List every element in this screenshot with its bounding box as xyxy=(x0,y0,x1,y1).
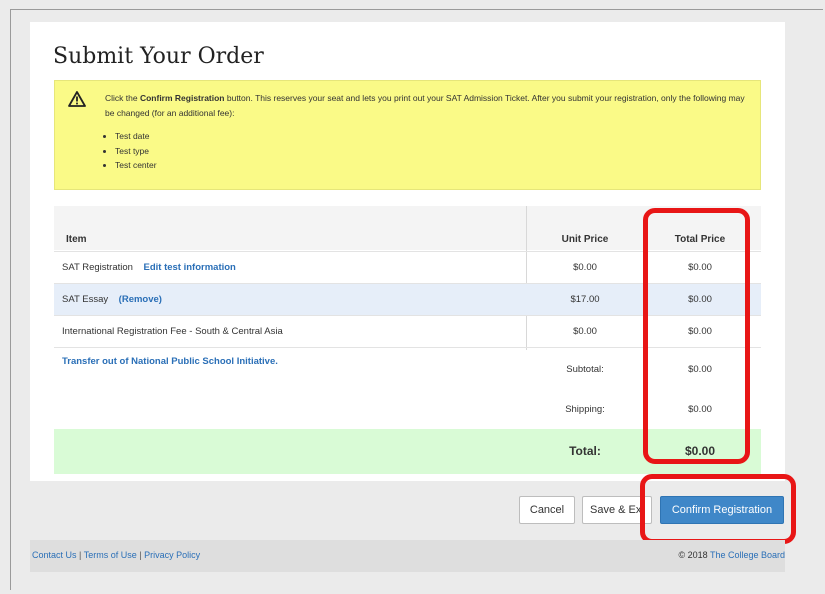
notice-list: Test date Test type Test center xyxy=(105,129,157,173)
total-label: Total: xyxy=(569,444,601,458)
row-item: International Registration Fee - South &… xyxy=(62,326,283,337)
transfer-out-link[interactable]: Transfer out of National Public School I… xyxy=(62,356,278,367)
page-title: Submit Your Order xyxy=(53,44,264,69)
header-unit-price: Unit Price xyxy=(561,234,609,245)
contact-us-link[interactable]: Contact Us xyxy=(32,550,77,560)
row-item: SAT Registration Edit test information xyxy=(62,262,236,273)
subtotal-label: Subtotal: xyxy=(566,364,604,375)
footer: Contact Us | Terms of Use | Privacy Poli… xyxy=(30,540,785,572)
notice-text: Click the Confirm Registration button. T… xyxy=(105,93,745,118)
list-item: Test center xyxy=(115,158,157,173)
row-unit-price: $0.00 xyxy=(573,326,597,337)
cancel-button[interactable]: Cancel xyxy=(519,496,575,524)
privacy-policy-link[interactable]: Privacy Policy xyxy=(144,550,200,560)
list-item: Test date xyxy=(115,129,157,144)
shipping-label: Shipping: xyxy=(565,404,605,415)
edit-test-information-link[interactable]: Edit test information xyxy=(144,262,236,273)
remove-essay-link[interactable]: (Remove) xyxy=(119,294,162,305)
notice-box: Click the Confirm Registration button. T… xyxy=(54,80,761,190)
list-item: Test type xyxy=(115,144,157,159)
copyright: © 2018 The College Board xyxy=(678,550,785,560)
confirm-button-highlight xyxy=(640,474,796,544)
header-item: Item xyxy=(66,234,87,245)
total-price-highlight xyxy=(643,208,750,464)
footer-links: Contact Us | Terms of Use | Privacy Poli… xyxy=(32,550,201,560)
college-board-link[interactable]: The College Board xyxy=(710,550,785,560)
row-unit-price: $0.00 xyxy=(573,262,597,273)
row-unit-price: $17.00 xyxy=(570,294,600,305)
warning-triangle-icon xyxy=(68,91,86,107)
terms-of-use-link[interactable]: Terms of Use xyxy=(84,550,137,560)
row-item: SAT Essay (Remove) xyxy=(62,294,162,305)
